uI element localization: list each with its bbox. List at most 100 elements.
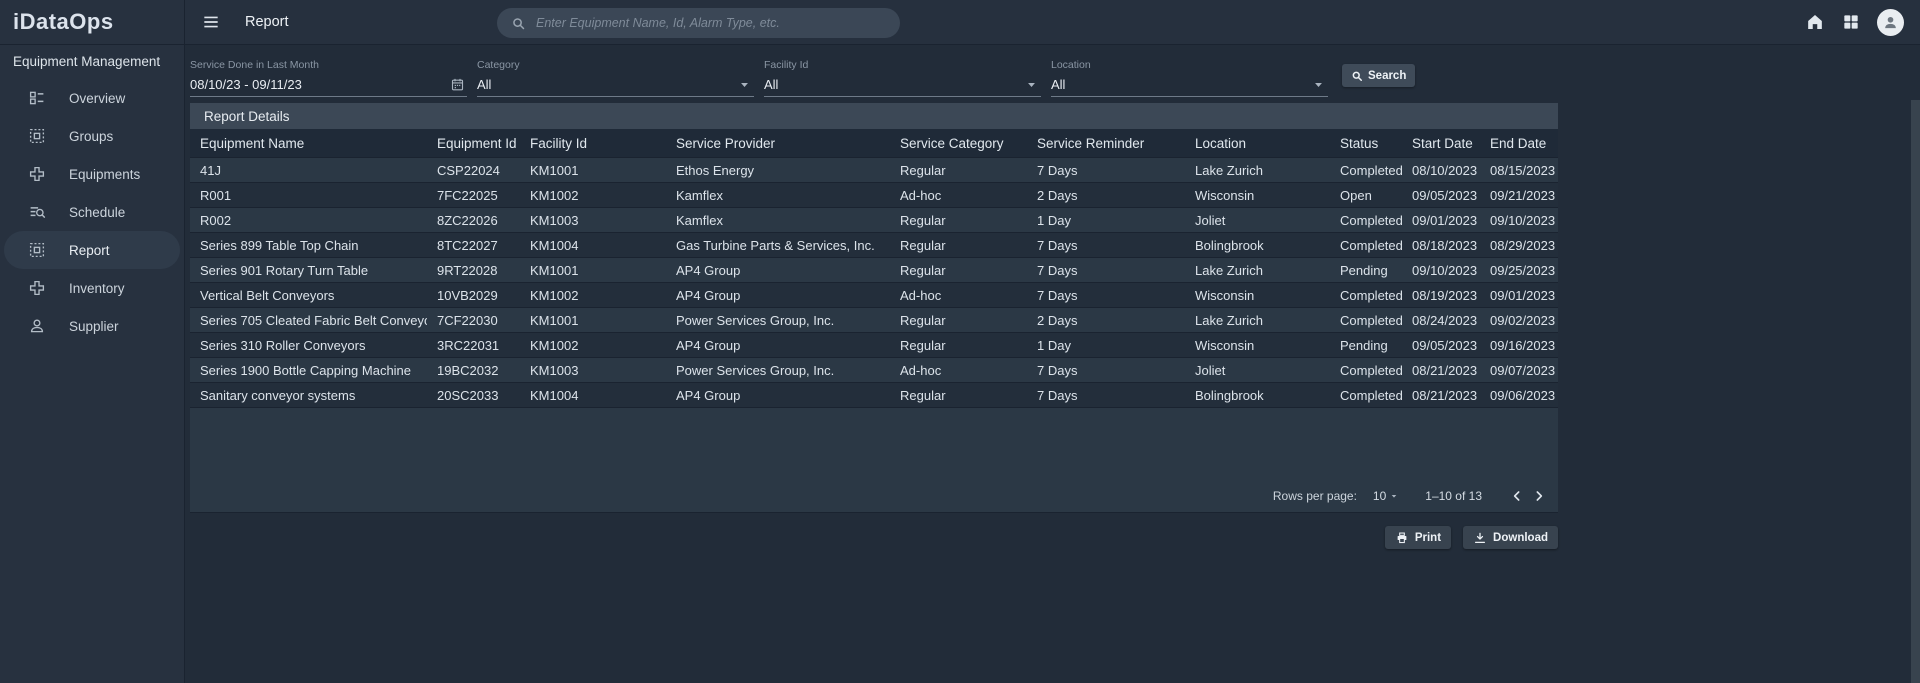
table-cell: 20SC2033: [427, 383, 520, 407]
app-root: iDataOps Equipment Management OverviewGr…: [0, 0, 1920, 683]
sidebar-item-equipments[interactable]: Equipments: [4, 155, 180, 193]
next-page-button[interactable]: [1528, 485, 1550, 507]
table-cell: Completed: [1330, 233, 1402, 257]
filter-label: Location: [1051, 59, 1328, 71]
table-cell: Lake Zurich: [1185, 308, 1330, 332]
dropdown-icon[interactable]: [1311, 77, 1326, 92]
calendar-icon[interactable]: [450, 77, 465, 92]
previous-page-button[interactable]: [1506, 485, 1528, 507]
rows-per-page-select[interactable]: 10: [1373, 489, 1399, 503]
table-cell: R001: [190, 183, 427, 207]
table-cell: Series 899 Table Top Chain: [190, 233, 427, 257]
download-button[interactable]: Download: [1463, 526, 1558, 549]
table-cell: Ad-hoc: [890, 283, 1027, 307]
table-cell: 08/10/2023: [1402, 158, 1480, 182]
caret-down-icon: [1389, 491, 1399, 501]
column-header-start-date: Start Date: [1402, 129, 1480, 157]
sidebar-item-overview[interactable]: Overview: [4, 79, 180, 117]
report-card-title: Report Details: [190, 103, 1558, 129]
table-cell: 2 Days: [1027, 183, 1185, 207]
topbar-right: [1805, 9, 1904, 36]
table-cell: Vertical Belt Conveyors: [190, 283, 427, 307]
user-avatar[interactable]: [1877, 9, 1904, 36]
sidebar-item-inventory[interactable]: Inventory: [4, 269, 180, 307]
table-cell: 09/25/2023: [1480, 258, 1558, 282]
table-cell: Series 1900 Bottle Capping Machine: [190, 358, 427, 382]
groups-icon: [28, 127, 46, 145]
person-icon: [1882, 14, 1899, 31]
hamburger-menu-icon[interactable]: [201, 12, 221, 32]
vertical-scrollbar[interactable]: [1911, 100, 1920, 683]
filter-service-done-in-last-month[interactable]: Service Done in Last Month08/10/23 - 09/…: [190, 59, 467, 97]
sidebar-item-groups[interactable]: Groups: [4, 117, 180, 155]
table-cell: 09/01/2023: [1480, 283, 1558, 307]
filter-location[interactable]: Location All: [1051, 59, 1328, 97]
table-cell: Kamflex: [666, 183, 890, 207]
table-cell: 7 Days: [1027, 358, 1185, 382]
table-cell: Regular: [890, 258, 1027, 282]
table-cell: 09/05/2023: [1402, 333, 1480, 357]
table-cell: Regular: [890, 233, 1027, 257]
table-cell: Series 705 Cleated Fabric Belt Conveyor: [190, 308, 427, 332]
brand-logo[interactable]: iDataOps: [0, 0, 184, 45]
actions-row: Print Download: [190, 526, 1558, 549]
filter-value-field[interactable]: All: [764, 71, 1041, 97]
filter-value: All: [477, 77, 491, 92]
table-cell: Bolingbrook: [1185, 383, 1330, 407]
table-row: Series 705 Cleated Fabric Belt Conveyor7…: [190, 308, 1558, 333]
sidebar-item-report[interactable]: Report: [4, 231, 180, 269]
table-cell: 7 Days: [1027, 233, 1185, 257]
sidebar-item-label: Report: [69, 243, 110, 258]
table-cell: Wisconsin: [1185, 283, 1330, 307]
column-header-equipment-name: Equipment Name: [190, 129, 427, 157]
search-icon: [511, 16, 526, 31]
home-icon[interactable]: [1805, 12, 1825, 32]
print-button[interactable]: Print: [1385, 526, 1451, 549]
table-cell: 19BC2032: [427, 358, 520, 382]
table-cell: Gas Turbine Parts & Services, Inc.: [666, 233, 890, 257]
dropdown-icon[interactable]: [1024, 77, 1039, 92]
table-cell: AP4 Group: [666, 333, 890, 357]
table-cell: 7CF22030: [427, 308, 520, 332]
filter-category[interactable]: CategoryAll: [477, 59, 754, 97]
table-cell: Ad-hoc: [890, 358, 1027, 382]
search-input[interactable]: [536, 16, 886, 30]
filter-search-button[interactable]: Search: [1342, 64, 1415, 87]
filter-value-field[interactable]: All: [1051, 71, 1328, 97]
table-cell: 09/10/2023: [1480, 208, 1558, 232]
global-search: [497, 8, 900, 38]
pagination: Rows per page: 10 1–10 of 13: [1273, 485, 1550, 507]
table-row: Series 310 Roller Conveyors3RC22031KM100…: [190, 333, 1558, 358]
column-header-location: Location: [1185, 129, 1330, 157]
table-cell: Lake Zurich: [1185, 258, 1330, 282]
sidebar-item-label: Supplier: [69, 319, 119, 334]
sidebar-item-label: Schedule: [69, 205, 125, 220]
filter-value-field[interactable]: 08/10/23 - 09/11/23: [190, 71, 467, 97]
dropdown-icon[interactable]: [737, 77, 752, 92]
table-row: Vertical Belt Conveyors10VB2029KM1002AP4…: [190, 283, 1558, 308]
table-cell: AP4 Group: [666, 383, 890, 407]
filters-row: Search Service Done in Last Month08/10/2…: [185, 45, 1920, 103]
table-cell: 09/21/2023: [1480, 183, 1558, 207]
apps-grid-icon[interactable]: [1841, 12, 1861, 32]
table-cell: KM1001: [520, 258, 666, 282]
card-footer-area: Rows per page: 10 1–10 of 13: [190, 408, 1558, 512]
inventory-icon: [28, 279, 46, 297]
sidebar-item-supplier[interactable]: Supplier: [4, 307, 180, 345]
table-cell: KM1004: [520, 233, 666, 257]
table-cell: Lake Zurich: [1185, 158, 1330, 182]
table-cell: 41J: [190, 158, 427, 182]
table-cell: Ad-hoc: [890, 183, 1027, 207]
filter-value: All: [1051, 77, 1065, 92]
sidebar: iDataOps Equipment Management OverviewGr…: [0, 0, 185, 683]
filter-facility-id[interactable]: Facility IdAll: [764, 59, 1041, 97]
table-cell: 08/24/2023: [1402, 308, 1480, 332]
filter-value-field[interactable]: All: [477, 71, 754, 97]
sidebar-item-label: Overview: [69, 91, 125, 106]
sidebar-item-label: Groups: [69, 129, 113, 144]
table-cell: Pending: [1330, 258, 1402, 282]
schedule-icon: [28, 203, 46, 221]
table-cell: 09/07/2023: [1480, 358, 1558, 382]
table-cell: Completed: [1330, 208, 1402, 232]
sidebar-item-schedule[interactable]: Schedule: [4, 193, 180, 231]
